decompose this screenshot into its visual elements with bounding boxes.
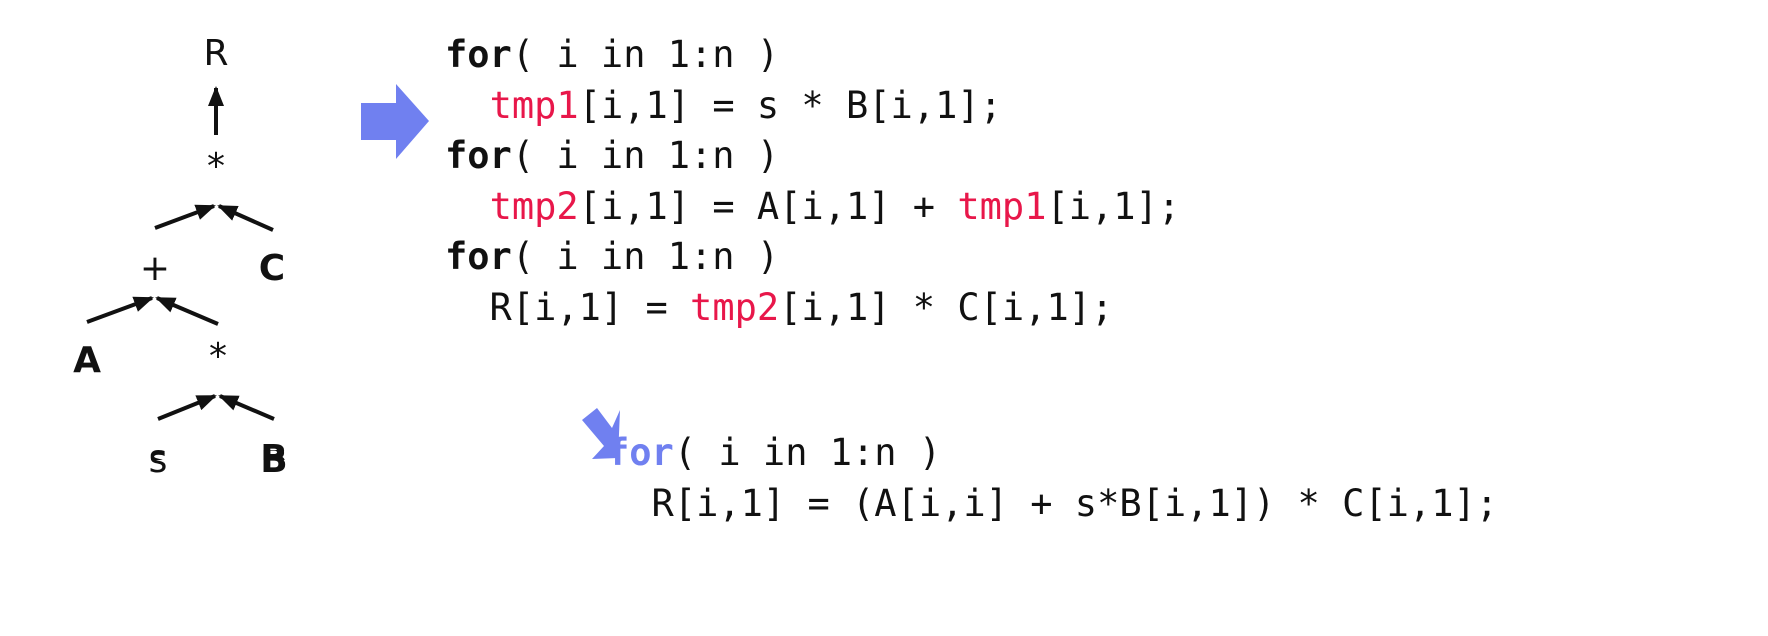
tree-node-c: C (259, 248, 285, 289)
edge-arrow (86, 296, 154, 324)
tree-bottom-labels: s B (149, 450, 288, 481)
code-line: R[i,1] = tmp2[i,1] * C[i,1]; (445, 283, 1180, 334)
code-text: [i,1] = A[i,1] + (578, 184, 958, 228)
keyword-for: for (445, 235, 512, 278)
code-line: for( i in 1:n ) (445, 131, 1180, 182)
code-text: [i,1]; (1046, 184, 1181, 228)
code-text: [i,1] = s * B[i,1]; (578, 83, 1002, 127)
keyword-for: for (445, 33, 512, 76)
tree-node-mul-inner: * (209, 336, 227, 377)
code-text: R[i,1] = (A[i,i] + s*B[i,1]) * C[i,1]; (607, 481, 1499, 525)
tree-node-a: A (73, 340, 101, 381)
code-block-unfused: for( i in 1:n ) tmp1[i,1] = s * B[i,1]; f… (445, 30, 1180, 333)
code-line: tmp1[i,1] = s * B[i,1]; (445, 81, 1180, 132)
temp-variable: tmp1 (957, 184, 1047, 228)
tree-node-r: R (203, 33, 228, 74)
code-line: for( i in 1:n ) (607, 428, 1498, 479)
code-line: for( i in 1:n ) (445, 232, 1180, 283)
edge-arrow (155, 296, 219, 326)
code-line: tmp2[i,1] = A[i,1] + tmp1[i,1]; (445, 182, 1181, 233)
tree-node-mul-top: * (207, 146, 225, 187)
edge-arrow (157, 394, 217, 421)
temp-variable: tmp1 (489, 83, 579, 127)
right-arrow-icon (361, 84, 429, 159)
code-text: ( i in 1:n ) (673, 431, 942, 474)
keyword-for: for (445, 134, 512, 177)
tree-node-s-label: s (149, 450, 168, 481)
tree-node-b-label: B (260, 450, 287, 481)
edge-arrow (218, 394, 275, 421)
code-line: for( i in 1:n ) (445, 30, 1180, 81)
code-text: ( i in 1:n ) (511, 134, 780, 177)
edge-arrow (217, 204, 274, 232)
code-text: ( i in 1:n ) (511, 235, 780, 278)
tree-node-plus: + (140, 248, 170, 289)
code-text: R[i,1] = (445, 285, 691, 329)
temp-variable: tmp2 (690, 285, 780, 329)
temp-variable: tmp2 (489, 184, 579, 228)
code-line: R[i,1] = (A[i,i] + s*B[i,1]) * C[i,1]; (607, 479, 1499, 530)
expression-tree: R * + C A * s B (73, 33, 288, 460)
edge-arrow (154, 204, 216, 230)
code-text: ( i in 1:n ) (511, 33, 780, 76)
code-text: [i,1] * C[i,1]; (779, 285, 1114, 329)
keyword-for: for (607, 431, 674, 474)
code-block-fused: for( i in 1:n ) R[i,1] = (A[i,i] + s*B[i… (607, 428, 1498, 529)
